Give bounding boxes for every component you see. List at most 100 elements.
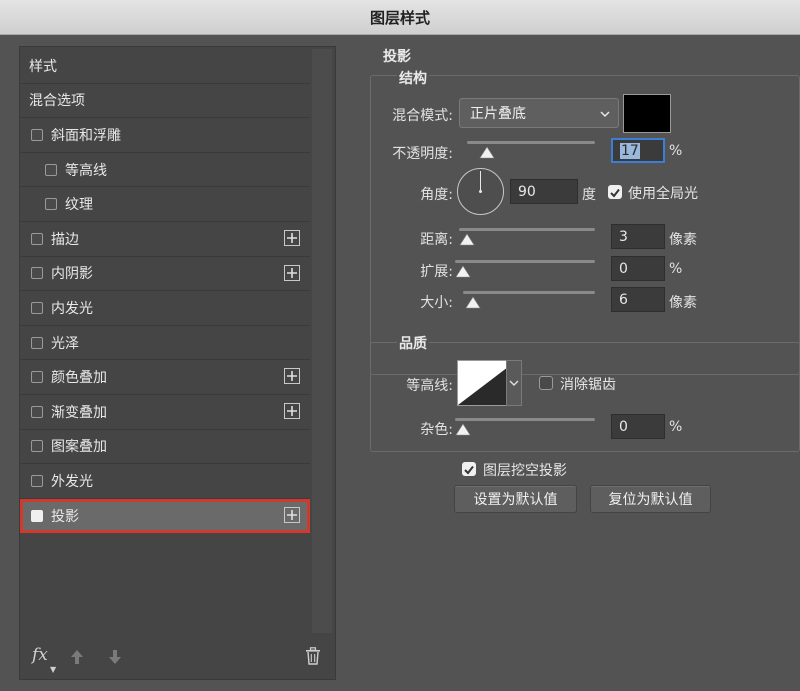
style-item-checkbox[interactable] [31,232,43,245]
distance-input[interactable]: 3 [611,224,665,249]
opacity-slider[interactable] [467,141,595,144]
global-light-label: 使用全局光 [628,186,698,202]
add-effect-icon[interactable] [284,402,300,419]
fx-menu-button[interactable]: fx [32,645,48,665]
style-item-8[interactable]: 光泽 [20,326,310,361]
style-item-3[interactable]: 等高线 [20,153,310,188]
style-item-4[interactable]: 纹理 [20,187,310,222]
style-item-11[interactable]: 图案叠加 [20,430,310,465]
make-default-label: 设置为默认值 [473,492,558,508]
arrow-down-icon[interactable] [108,649,122,669]
style-item-5[interactable]: 描边 [20,222,310,257]
angle-unit: 度 [582,187,596,203]
style-item-label: 颜色叠加 [51,370,107,387]
size-unit: 像素 [669,295,697,311]
noise-value: 0 [619,418,628,435]
section-title: 投影 [383,49,411,65]
style-item-label: 等高线 [65,162,107,179]
angle-dial-center [479,190,482,193]
style-item-0[interactable]: 样式 [20,49,310,84]
style-item-checkbox[interactable] [31,267,43,280]
fx-menu-dropdown-icon: ▼ [50,665,57,674]
make-default-button[interactable]: 设置为默认值 [454,485,577,513]
window-titlebar: 图层样式 [0,0,800,35]
style-item-label: 投影 [51,508,79,525]
anti-aliased-checkbox[interactable] [539,376,553,390]
spread-unit: % [669,261,683,277]
contour-label: 等高线: [406,378,453,394]
add-effect-icon[interactable] [284,229,300,246]
style-item-label: 斜面和浮雕 [51,127,121,144]
angle-dial[interactable] [457,168,504,215]
style-item-label: 描边 [51,231,79,248]
style-item-label: 渐变叠加 [51,404,107,421]
reset-default-button[interactable]: 复位为默认值 [590,485,711,513]
opacity-unit: % [669,143,683,159]
add-effect-icon[interactable] [284,506,300,523]
style-item-checkbox[interactable] [45,163,57,176]
global-light-checkbox[interactable] [608,185,622,199]
style-item-checkbox[interactable] [31,405,43,418]
anti-aliased-label: 消除锯齿 [560,377,616,393]
style-item-label: 外发光 [51,473,93,490]
style-item-checkbox[interactable] [45,198,57,211]
style-item-9[interactable]: 颜色叠加 [20,360,310,395]
style-item-checkbox[interactable] [31,336,43,349]
style-item-13[interactable]: 投影 [20,498,310,534]
style-item-6[interactable]: 内阴影 [20,257,310,292]
spread-value: 0 [619,260,628,277]
styles-list-scrollbar[interactable] [312,49,332,633]
add-effect-icon[interactable] [284,368,300,385]
drop-shadow-settings: 投影 结构 混合模式: 正片叠底 不透明度: 17 % 角度: 90 度 使用全… [355,49,800,680]
spread-label: 扩展: [420,264,453,280]
size-label: 大小: [420,295,453,311]
style-item-label: 光泽 [51,335,79,352]
style-item-1[interactable]: 混合选项 [20,84,310,119]
angle-dial-needle [480,171,481,191]
reset-default-label: 复位为默认值 [608,492,693,508]
style-item-7[interactable]: 内发光 [20,291,310,326]
shadow-color-swatch[interactable] [623,94,671,133]
noise-label: 杂色: [420,422,453,438]
style-item-checkbox[interactable] [31,474,43,487]
blend-mode-value: 正片叠底 [470,106,526,122]
opacity-input[interactable]: 17 [611,138,665,163]
add-effect-icon[interactable] [284,264,300,281]
style-item-checkbox[interactable] [31,128,43,141]
blend-mode-select[interactable]: 正片叠底 [459,98,619,128]
styles-list-panel: 样式混合选项斜面和浮雕等高线纹理描边内阴影内发光光泽颜色叠加渐变叠加图案叠加外发… [19,46,336,680]
style-item-12[interactable]: 外发光 [20,464,310,499]
spread-input[interactable]: 0 [611,256,665,281]
window-title: 图层样式 [369,8,430,27]
angle-label: 角度: [420,187,453,203]
style-item-checkbox[interactable] [31,440,43,453]
opacity-value: 17 [620,142,640,159]
chevron-down-icon [600,107,610,123]
distance-value: 3 [619,228,628,245]
angle-input[interactable]: 90 [510,179,578,204]
style-item-label: 内阴影 [51,266,93,283]
spread-slider[interactable] [455,260,595,263]
trash-icon[interactable] [305,647,321,669]
distance-label: 距离: [420,232,453,248]
noise-unit: % [669,419,683,435]
structure-title: 结构 [397,68,429,88]
style-item-label: 纹理 [65,197,93,214]
styles-list-footer: fx ▼ [20,635,335,679]
knockout-checkbox[interactable] [462,462,476,476]
distance-slider[interactable] [459,228,595,231]
style-item-label: 样式 [29,58,57,75]
size-input[interactable]: 6 [611,287,665,312]
style-item-10[interactable]: 渐变叠加 [20,395,310,430]
noise-input[interactable]: 0 [611,414,665,439]
size-slider[interactable] [463,291,595,294]
style-item-checkbox[interactable] [31,301,43,314]
style-item-checkbox[interactable] [31,371,43,384]
contour-dropdown[interactable] [506,360,522,406]
quality-title: 品质 [397,333,429,353]
blend-mode-label: 混合模式: [392,108,453,124]
noise-slider[interactable] [455,418,595,421]
style-item-2[interactable]: 斜面和浮雕 [20,118,310,153]
arrow-up-icon[interactable] [70,649,84,669]
style-item-checkbox[interactable] [31,509,43,522]
